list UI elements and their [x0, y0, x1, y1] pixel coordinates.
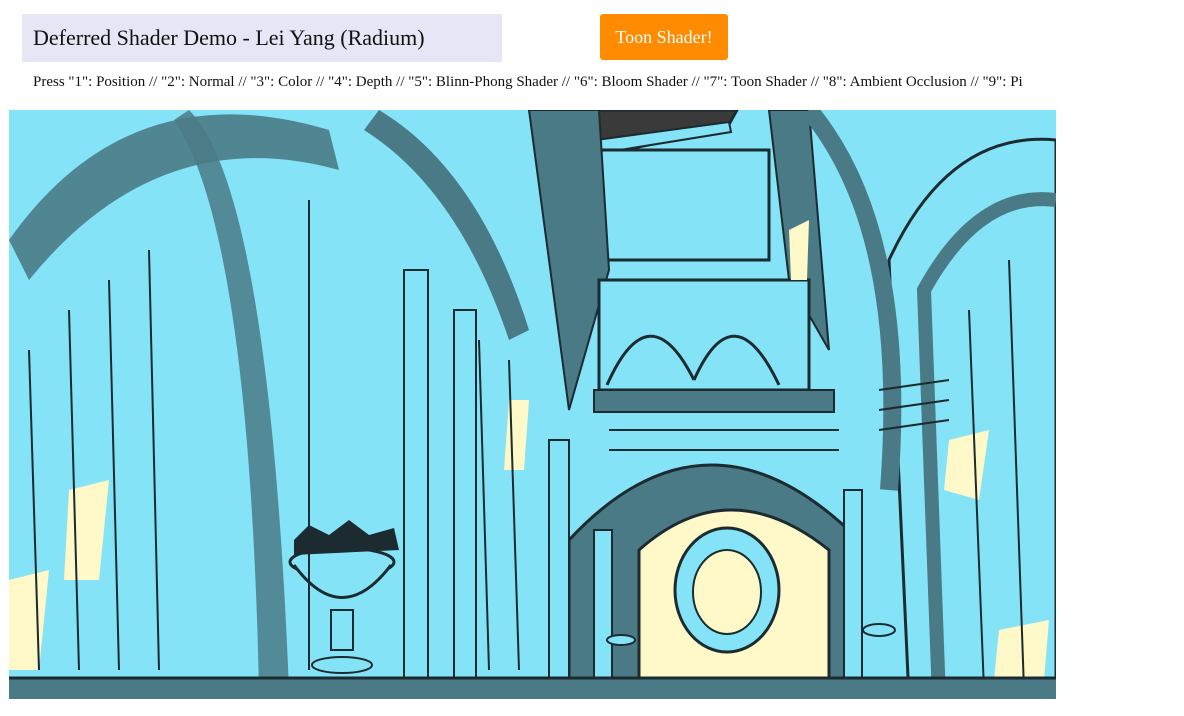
toon-shader-button[interactable]: Toon Shader! — [600, 14, 728, 60]
page-title: Deferred Shader Demo - Lei Yang (Radium) — [22, 14, 502, 62]
render-canvas[interactable] — [9, 110, 1056, 699]
keyboard-instructions: Press "1": Position // "2": Normal // "3… — [33, 74, 1023, 90]
toon-render-scene — [9, 110, 1056, 699]
